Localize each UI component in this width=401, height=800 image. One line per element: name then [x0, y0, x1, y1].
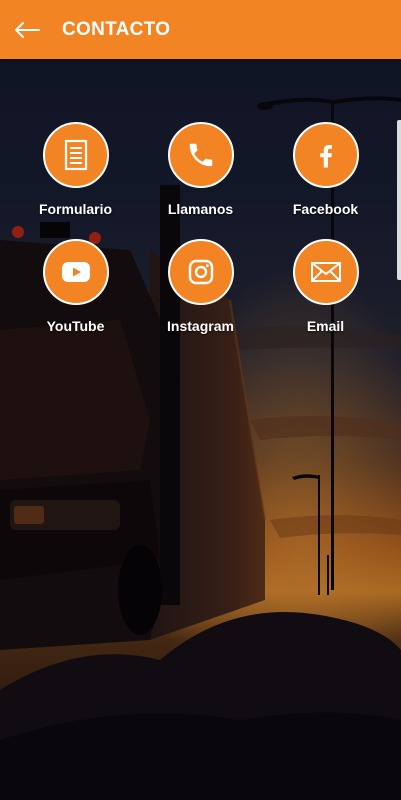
contact-option-label: Instagram: [167, 318, 234, 334]
contact-option-email[interactable]: Email: [263, 239, 388, 334]
contact-option-instagram[interactable]: Instagram: [138, 239, 263, 334]
contact-option-label: Formulario: [38, 201, 113, 217]
contact-option-facebook[interactable]: Facebook: [263, 122, 388, 217]
contact-options-grid: Formulario Llamanos Facebook YouTube Ins…: [13, 122, 388, 334]
contact-option-formulario[interactable]: Formulario: [13, 122, 138, 217]
contact-option-circle: [167, 122, 234, 188]
contact-screen: CONTACTO Formulario Llamanos Facebook Yo…: [0, 0, 401, 800]
form-document-icon: [64, 139, 87, 171]
back-button[interactable]: [14, 19, 40, 41]
contact-option-youtube[interactable]: YouTube: [13, 239, 138, 334]
youtube-icon: [61, 262, 90, 282]
email-icon: [310, 262, 341, 282]
arrow-left-icon: [15, 21, 40, 38]
contact-option-circle: [292, 239, 359, 305]
phone-icon: [189, 143, 212, 167]
contact-option-label: YouTube: [46, 318, 105, 334]
scroll-indicator: [397, 120, 401, 280]
contact-option-circle: [292, 122, 359, 188]
contact-option-llamanos[interactable]: Llamanos: [138, 122, 263, 217]
contact-option-circle: [167, 239, 234, 305]
contact-option-label: Facebook: [292, 201, 359, 217]
page-title: CONTACTO: [62, 18, 171, 40]
background-truck-sunset-image: [0, 0, 401, 800]
contact-option-label: Email: [306, 318, 345, 334]
contact-option-circle: [42, 122, 109, 188]
instagram-icon: [188, 259, 213, 285]
app-bar: CONTACTO: [0, 0, 401, 59]
contact-option-circle: [42, 239, 109, 305]
contact-option-label: Llamanos: [167, 201, 234, 217]
facebook-icon: [319, 145, 332, 168]
